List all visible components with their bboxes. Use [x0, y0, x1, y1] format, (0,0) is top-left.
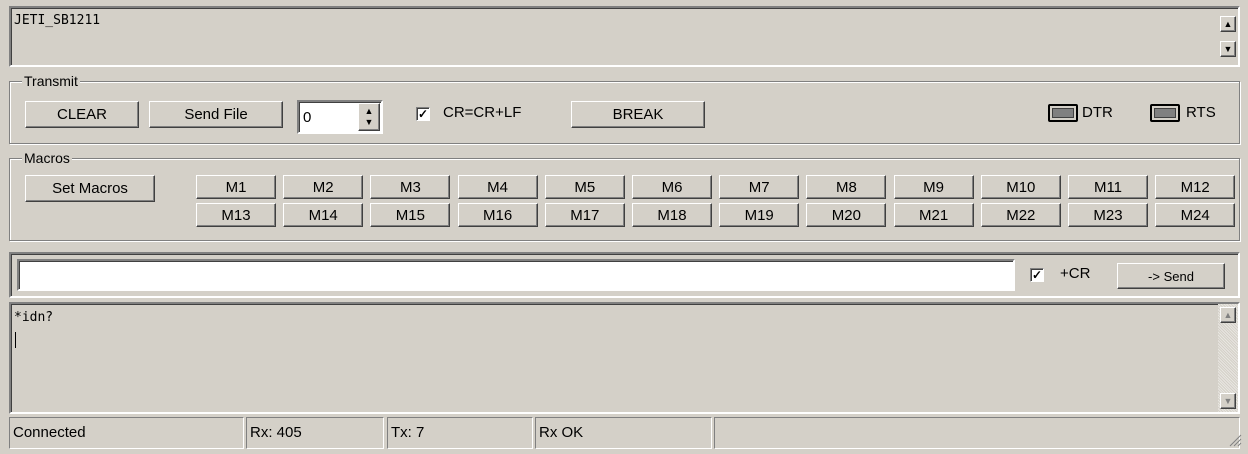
text-cursor — [15, 332, 16, 348]
macro-button[interactable]: M11 — [1068, 175, 1148, 199]
crlf-label: CR=CR+LF — [443, 104, 522, 121]
delay-spinner[interactable]: 0 ▲ ▼ — [297, 100, 383, 134]
delay-spinner-value: 0 — [303, 109, 312, 126]
macro-button[interactable]: M4 — [457, 175, 538, 199]
macro-button[interactable]: M15 — [370, 203, 451, 227]
clear-button[interactable]: CLEAR — [25, 101, 139, 128]
dtr-label: DTR — [1082, 104, 1113, 121]
status-rx-ok: Rx OK — [535, 417, 712, 449]
scroll-up-icon[interactable]: ▲ — [1220, 307, 1236, 323]
macro-button[interactable]: M10 — [980, 175, 1061, 199]
macro-button[interactable]: M19 — [719, 203, 800, 227]
macro-button[interactable]: M17 — [544, 203, 625, 227]
send-input[interactable] — [17, 259, 1015, 291]
resize-grip-icon[interactable] — [1228, 433, 1242, 447]
rts-label: RTS — [1186, 104, 1216, 121]
macro-button[interactable]: M14 — [283, 203, 364, 227]
macro-button[interactable]: M8 — [806, 175, 887, 199]
macro-button[interactable]: M5 — [544, 175, 625, 199]
checkmark-icon: ✓ — [417, 107, 429, 121]
macro-button[interactable]: M7 — [719, 175, 800, 199]
device-output-text: JETI_SB1211 — [14, 13, 101, 28]
scroll-down-icon[interactable]: ▼ — [1220, 41, 1236, 57]
device-output-box[interactable]: JETI_SB1211 ▲ ▼ — [9, 6, 1240, 67]
checkmark-icon: ✓ — [1031, 268, 1043, 282]
macro-button[interactable]: M1 — [196, 175, 276, 199]
macro-button[interactable]: M3 — [370, 175, 451, 199]
macro-button[interactable]: M16 — [457, 203, 538, 227]
terminal-line: *idn? — [14, 310, 54, 325]
macros-group-label: Macros — [22, 150, 72, 166]
cr-label: +CR — [1060, 265, 1091, 282]
macro-button[interactable]: M2 — [283, 175, 364, 199]
status-empty — [714, 417, 1240, 449]
macro-button[interactable]: M18 — [632, 203, 712, 227]
macro-button[interactable]: M13 — [196, 203, 276, 227]
macro-button[interactable]: M24 — [1155, 203, 1236, 227]
set-macros-button[interactable]: Set Macros — [25, 175, 155, 202]
terminal-scrollbar[interactable]: ▲ ▼ — [1218, 304, 1238, 412]
send-file-button[interactable]: Send File — [149, 101, 283, 128]
macro-button[interactable]: M22 — [980, 203, 1061, 227]
terminal-output[interactable]: *idn? ▲ ▼ — [9, 302, 1240, 414]
macro-button[interactable]: M6 — [632, 175, 712, 199]
scroll-up-icon[interactable]: ▲ — [1220, 16, 1236, 32]
cr-checkbox[interactable]: ✓ — [1030, 268, 1044, 282]
crlf-checkbox[interactable]: ✓ — [416, 107, 430, 121]
macro-button[interactable]: M9 — [893, 175, 974, 199]
send-button[interactable]: -> Send — [1117, 263, 1225, 289]
macro-button[interactable]: M23 — [1068, 203, 1148, 227]
rts-led-icon — [1150, 104, 1180, 122]
status-tx-count: Tx: 7 — [387, 417, 533, 449]
macros-group: Macros — [9, 150, 1240, 241]
macro-button[interactable]: M12 — [1155, 175, 1236, 199]
macro-button[interactable]: M20 — [806, 203, 887, 227]
dtr-led-icon — [1048, 104, 1078, 122]
status-connection: Connected — [9, 417, 244, 449]
transmit-group-label: Transmit — [22, 73, 80, 89]
status-rx-count: Rx: 405 — [246, 417, 384, 449]
break-button[interactable]: BREAK — [571, 101, 705, 128]
spinner-arrows-icon[interactable]: ▲ ▼ — [358, 103, 380, 131]
macro-button[interactable]: M21 — [893, 203, 974, 227]
scroll-down-icon[interactable]: ▼ — [1220, 393, 1236, 409]
